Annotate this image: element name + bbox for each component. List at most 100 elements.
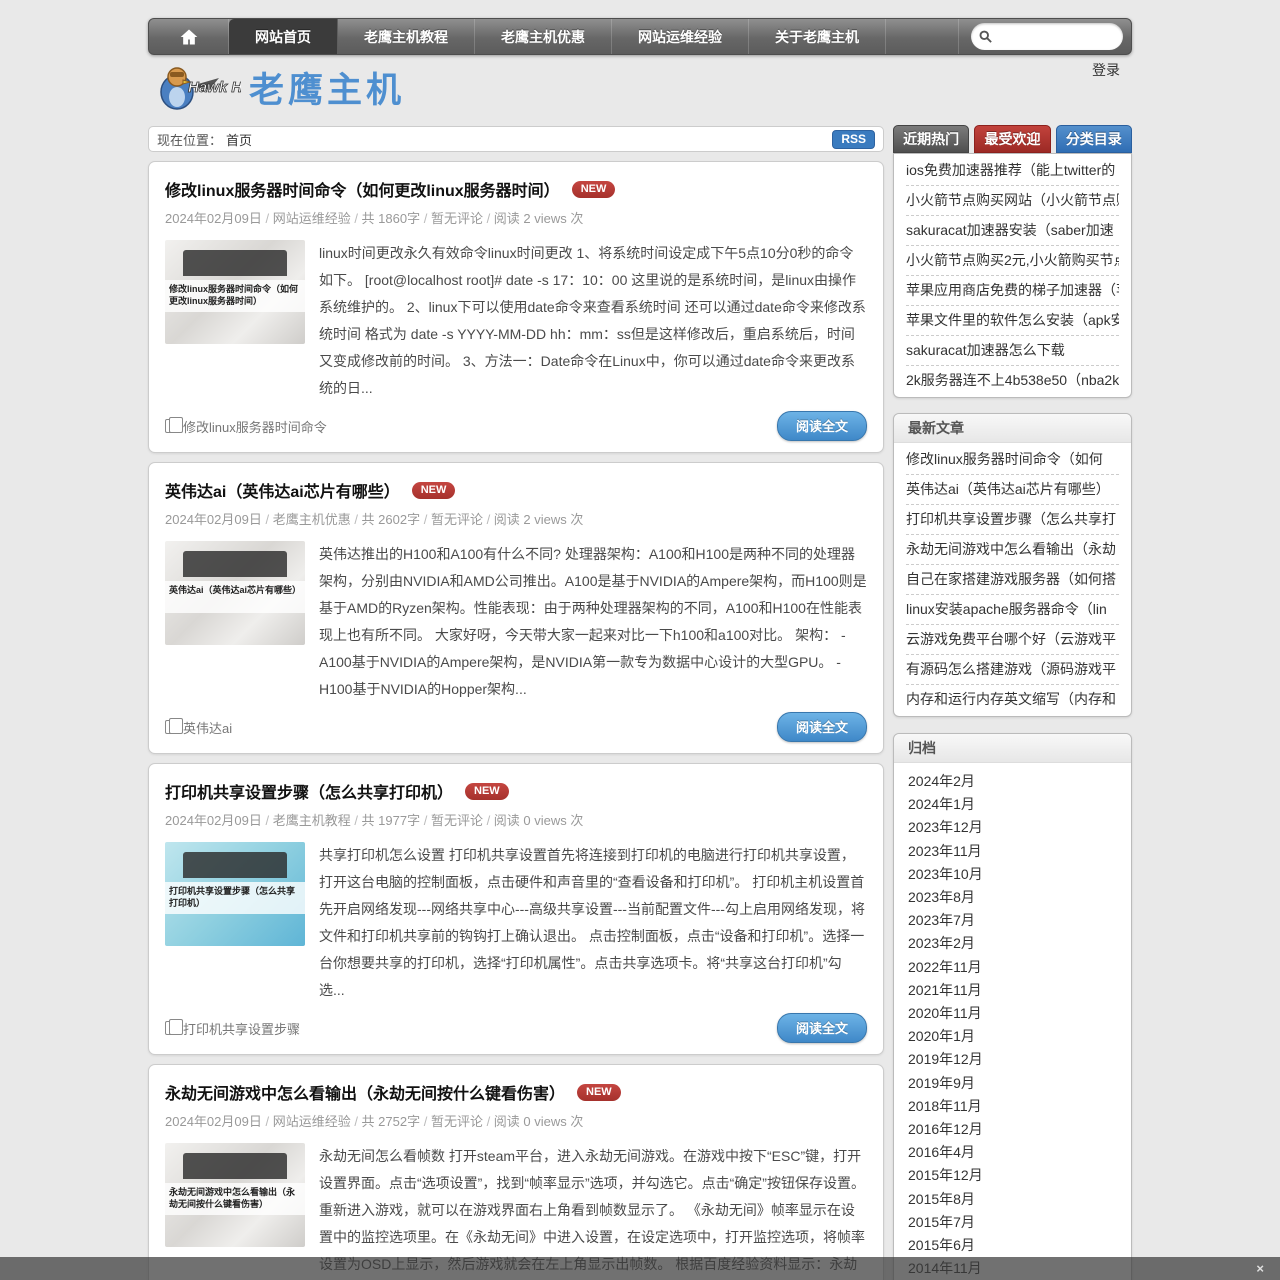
archive-item[interactable]: 2015年7月 [908, 1211, 1117, 1234]
hot-item[interactable]: 苹果应用商店免费的梯子加速器（苹 [906, 276, 1119, 306]
article-wordcount: 共 1860字 [362, 211, 431, 226]
archive-item[interactable]: 2024年2月 [908, 770, 1117, 793]
article-category-link[interactable]: 老鹰主机教程 [273, 813, 362, 828]
nav-tab-tutorials[interactable]: 老鹰主机教程 [338, 19, 475, 54]
search-input[interactable] [997, 29, 1107, 44]
new-badge: NEW [465, 782, 509, 800]
nav-tab-ops-experience[interactable]: 网站运维经验 [612, 19, 749, 54]
hot-item[interactable]: sakuracat加速器怎么下载 [906, 336, 1119, 366]
archive-item[interactable]: 2024年1月 [908, 793, 1117, 816]
site-title[interactable]: 老鹰主机 [249, 62, 405, 113]
new-badge: NEW [411, 481, 456, 499]
latest-item[interactable]: 有源码怎么搭建游戏（源码游戏平 [906, 655, 1119, 685]
hot-item[interactable]: 2k服务器连不上4b538e50（nba2k [906, 366, 1119, 395]
archive-item[interactable]: 2023年8月 [908, 886, 1117, 909]
article-date: 2024年02月09日 [165, 211, 273, 226]
archive-item[interactable]: 2023年12月 [908, 816, 1117, 839]
article-thumbnail[interactable]: 永劫无间游戏中怎么看输出（永劫无间按什么键看伤害） [165, 1143, 305, 1247]
read-more-button[interactable]: 阅读全文 [776, 411, 867, 441]
hot-item[interactable]: 苹果文件里的软件怎么安装（apk安 [906, 306, 1119, 336]
latest-item[interactable]: 永劫无间游戏中怎么看输出（永劫 [906, 535, 1119, 565]
archive-item[interactable]: 2016年4月 [908, 1141, 1117, 1164]
archive-item[interactable]: 2022年11月 [908, 956, 1117, 979]
archive-item[interactable]: 2015年12月 [908, 1164, 1117, 1187]
thumbnail-caption: 英伟达ai（英伟达ai芯片有哪些） [165, 581, 305, 613]
archive-item[interactable]: 2020年1月 [908, 1025, 1117, 1048]
article-views: 阅读 0 views 次 [493, 813, 584, 828]
tab-recent-hot[interactable]: 近期热门 [893, 125, 970, 153]
article-tag-link[interactable]: 打印机共享设置步骤 [165, 1019, 300, 1038]
tab-categories[interactable]: 分类目录 [1055, 125, 1132, 153]
hawk-mascot-logo[interactable]: Hawk Host [155, 64, 241, 112]
hot-item[interactable]: ios免费加速器推荐（能上twitter的 [906, 156, 1119, 186]
article-category-link[interactable]: 网站运维经验 [273, 1114, 362, 1129]
article-title-link[interactable]: 英伟达ai（英伟达ai芯片有哪些） [165, 478, 400, 502]
archive-item[interactable]: 2023年7月 [908, 909, 1117, 932]
hot-item[interactable]: 小火箭节点购买2元,小火箭购买节点 [906, 246, 1119, 276]
article-comments-link[interactable]: 暂无评论 [431, 1114, 494, 1129]
nav-tab-about[interactable]: 关于老鹰主机 [749, 19, 886, 54]
close-icon[interactable]: × [1256, 1261, 1264, 1276]
article-thumbnail[interactable]: 英伟达ai（英伟达ai芯片有哪些） [165, 541, 305, 645]
archive-item[interactable]: 2018年11月 [908, 1095, 1117, 1118]
article-date: 2024年02月09日 [165, 813, 273, 828]
archive-item[interactable]: 2019年12月 [908, 1048, 1117, 1071]
login-link[interactable]: 登录 [1092, 60, 1120, 80]
article-thumbnail[interactable]: 修改linux服务器时间命令（如何更改linux服务器时间） [165, 240, 305, 344]
search-box[interactable] [971, 23, 1123, 50]
archive-item[interactable]: 2016年12月 [908, 1118, 1117, 1141]
article-meta: 2024年02月09日网站运维经验共 1860字暂无评论阅读 2 views 次 [165, 208, 867, 227]
article-category-link[interactable]: 网站运维经验 [273, 211, 362, 226]
archive-item[interactable]: 2019年9月 [908, 1072, 1117, 1095]
new-badge: NEW [577, 1083, 621, 1101]
latest-item[interactable]: linux安装apache服务器命令（lin [906, 595, 1119, 625]
tab-most-popular[interactable]: 最受欢迎 [974, 125, 1051, 153]
archive-item[interactable]: 2023年11月 [908, 840, 1117, 863]
nav-tab-deals[interactable]: 老鹰主机优惠 [475, 19, 612, 54]
nav-tab-site-home[interactable]: 网站首页 [229, 19, 338, 54]
article-category-link[interactable]: 老鹰主机优惠 [273, 512, 362, 527]
article-views: 阅读 2 views 次 [493, 211, 584, 226]
breadcrumb-home-link[interactable]: 首页 [226, 130, 252, 149]
article-comments-link[interactable]: 暂无评论 [431, 813, 494, 828]
archive-item[interactable]: 2015年6月 [908, 1234, 1117, 1257]
latest-item[interactable]: 云游戏免费平台哪个好（云游戏平 [906, 625, 1119, 655]
hot-item[interactable]: 小火箭节点购买网站（小火箭节点购 [906, 186, 1119, 216]
article-title-link[interactable]: 打印机共享设置步骤（怎么共享打印机） [165, 779, 453, 803]
latest-item[interactable]: 打印机共享设置步骤（怎么共享打 [906, 505, 1119, 535]
article-title-link[interactable]: 永劫无间游戏中怎么看输出（永劫无间按什么键看伤害） [165, 1080, 565, 1104]
site-header: Hawk Host 老鹰主机 [155, 62, 405, 113]
archive-item[interactable]: 2015年8月 [908, 1188, 1117, 1211]
article-wordcount: 共 2752字 [362, 1114, 431, 1129]
bottom-notification-bar: × [0, 1257, 1280, 1280]
nav-home-tab[interactable] [149, 19, 229, 54]
breadcrumb-label: 现在位置： [157, 132, 223, 148]
latest-item[interactable]: 修改linux服务器时间命令（如何 [906, 445, 1119, 475]
archive-item[interactable]: 2023年10月 [908, 863, 1117, 886]
article-tag-link[interactable]: 英伟达ai [165, 718, 232, 737]
article-card: 打印机共享设置步骤（怎么共享打印机） NEW 2024年02月09日老鹰主机教程… [148, 763, 884, 1055]
new-badge: NEW [571, 180, 616, 198]
hot-articles-box: ios免费加速器推荐（能上twitter的 小火箭节点购买网站（小火箭节点购 s… [893, 153, 1132, 398]
read-more-button[interactable]: 阅读全文 [776, 1013, 867, 1043]
article-card: 永劫无间游戏中怎么看输出（永劫无间按什么键看伤害） NEW 2024年02月09… [148, 1064, 884, 1280]
article-excerpt: 共享打印机怎么设置 打印机共享设置首先将连接到打印机的电脑进行打印机共享设置，打… [319, 847, 865, 998]
archive-item[interactable]: 2020年11月 [908, 1002, 1117, 1025]
rss-button[interactable]: RSS [832, 129, 875, 149]
article-title-link[interactable]: 修改linux服务器时间命令（如何更改linux服务器时间） [165, 177, 560, 201]
hot-item[interactable]: sakuracat加速器安装（saber加速 [906, 216, 1119, 246]
archive-item[interactable]: 2023年2月 [908, 932, 1117, 955]
article-comments-link[interactable]: 暂无评论 [431, 211, 494, 226]
article-date: 2024年02月09日 [165, 512, 273, 527]
article-tag-link[interactable]: 修改linux服务器时间命令 [165, 417, 327, 436]
nav-search-area [958, 19, 1131, 54]
latest-item[interactable]: 自己在家搭建游戏服务器（如何搭 [906, 565, 1119, 595]
read-more-button[interactable]: 阅读全文 [776, 712, 867, 742]
article-comments-link[interactable]: 暂无评论 [431, 512, 494, 527]
tag-icon [165, 1019, 183, 1035]
article-thumbnail[interactable]: 打印机共享设置步骤（怎么共享打印机） [165, 842, 305, 946]
article-date: 2024年02月09日 [165, 1114, 273, 1129]
latest-item[interactable]: 英伟达ai（英伟达ai芯片有哪些） [906, 475, 1119, 505]
latest-item[interactable]: 内存和运行内存英文缩写（内存和 [906, 685, 1119, 714]
archive-item[interactable]: 2021年11月 [908, 979, 1117, 1002]
